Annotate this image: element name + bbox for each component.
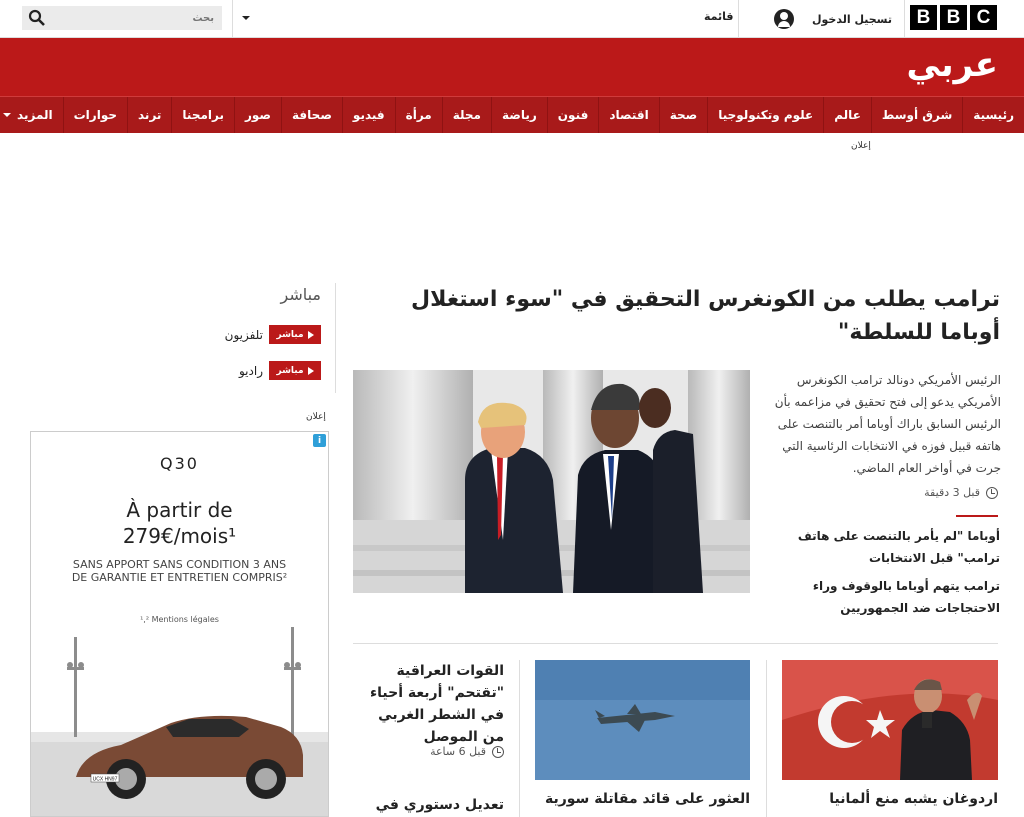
ad-legal-link[interactable]: ¹,² Mentions légales bbox=[31, 615, 328, 624]
nav-more-label: المزيد bbox=[17, 108, 53, 122]
nav-item-interviews[interactable]: حوارات bbox=[62, 97, 127, 133]
main-nav: رئيسية شرق أوسط عالم علوم وتكنولوجيا صحة… bbox=[0, 96, 1024, 133]
nav-item-science-tech[interactable]: علوم وتكنولوجيا bbox=[707, 97, 823, 133]
menu-button[interactable]: قائمة bbox=[704, 10, 734, 23]
main-summary: الرئيس الأمريكي دونالد ترامب الكونغرس ال… bbox=[774, 373, 1001, 475]
bbc-logo-letter: B bbox=[910, 5, 937, 30]
card-title[interactable]: تعديل دستوري في bbox=[353, 794, 504, 816]
live-badge: مباشر bbox=[269, 325, 321, 344]
main-headline[interactable]: ترامب يطلب من الكونغرس التحقيق في "سوء ا… bbox=[370, 283, 1000, 349]
clock-icon bbox=[986, 486, 998, 499]
nav-item-programmes[interactable]: برامجنا bbox=[171, 97, 234, 133]
main-story-image[interactable] bbox=[353, 370, 750, 593]
card-image[interactable] bbox=[782, 660, 998, 780]
ad-plate: UCX HN97 bbox=[93, 777, 118, 783]
nav-item-press[interactable]: صحافة bbox=[281, 97, 342, 133]
nav-item-home[interactable]: رئيسية bbox=[962, 97, 1024, 133]
nav-item-trend[interactable]: ترند bbox=[127, 97, 171, 133]
ad-label: إعلان bbox=[306, 412, 326, 422]
main-timestamp: قبل 3 دقيقة bbox=[800, 486, 998, 499]
live-radio-label: راديو bbox=[238, 363, 263, 378]
columns-photo bbox=[353, 370, 750, 593]
nav-item-health[interactable]: صحة bbox=[658, 97, 708, 133]
signin-label: تسجيل الدخول bbox=[811, 12, 892, 26]
chevron-down-icon bbox=[3, 113, 12, 117]
divider bbox=[353, 643, 998, 644]
play-icon bbox=[307, 330, 314, 339]
info-icon[interactable]: i bbox=[313, 434, 326, 447]
nav-item-arts[interactable]: فنون bbox=[546, 97, 599, 133]
clock-icon bbox=[492, 745, 504, 758]
ad-car-image: UCX HN97 bbox=[31, 627, 328, 816]
divider bbox=[519, 660, 520, 817]
ad-terms: SANS APPORT SANS CONDITION 3 ANS DE GARA… bbox=[71, 558, 288, 584]
ad-banner[interactable]: i Q30 À partir de 279€/mois¹ SANS APPORT… bbox=[30, 431, 329, 817]
site-title[interactable]: عربي bbox=[906, 40, 998, 90]
card-title[interactable]: القوات العراقية "تقتحم" أربعة أحياء في ا… bbox=[353, 660, 504, 748]
search-icon[interactable] bbox=[28, 9, 46, 27]
bbc-logo-letter: B bbox=[940, 5, 967, 30]
ad-price-line: À partir de bbox=[126, 498, 233, 522]
divider bbox=[766, 660, 767, 817]
card-title[interactable]: اردوغان يشبه منع ألمانيا bbox=[782, 788, 998, 810]
nav-item-magazine[interactable]: مجلة bbox=[441, 97, 491, 133]
nav-item-more[interactable]: المزيد bbox=[0, 97, 63, 133]
nav-item-sport[interactable]: رياضة bbox=[491, 97, 547, 133]
nav-item-photos[interactable]: صور bbox=[234, 97, 281, 133]
signin-button[interactable]: تسجيل الدخول bbox=[750, 0, 900, 38]
nav-item-economy[interactable]: اقتصاد bbox=[598, 97, 658, 133]
related-link[interactable]: ترامب يتهم أوباما بالوقوف وراء الاحتجاجا… bbox=[760, 575, 1000, 619]
divider bbox=[232, 0, 233, 38]
brand-bar bbox=[0, 38, 1024, 96]
search-input[interactable] bbox=[52, 6, 218, 30]
jet-photo bbox=[535, 660, 750, 780]
divider bbox=[904, 0, 905, 38]
search-box bbox=[22, 6, 222, 30]
live-panel: مباشر مباشر تلفزيون مباشر راديو bbox=[216, 283, 336, 393]
masthead-bar: B B C تسجيل الدخول قائمة bbox=[0, 0, 1024, 38]
bbc-logo[interactable]: B B C bbox=[910, 5, 997, 30]
nav-item-world[interactable]: عالم bbox=[823, 97, 871, 133]
ad-label: إعلان bbox=[851, 141, 871, 151]
play-icon bbox=[307, 366, 314, 375]
ad-price-line: 279€/mois¹ bbox=[122, 524, 237, 548]
main-time-label: قبل 3 دقيقة bbox=[924, 486, 980, 499]
card-time-label: قبل 6 ساعة bbox=[430, 745, 486, 758]
red-divider bbox=[956, 515, 998, 517]
live-badge: مباشر bbox=[269, 361, 321, 380]
card-timestamp: قبل 6 ساعة bbox=[410, 745, 504, 758]
nav-item-women[interactable]: مرأة bbox=[394, 97, 442, 133]
chevron-down-icon[interactable] bbox=[242, 16, 250, 20]
live-badge-label: مباشر bbox=[276, 329, 304, 340]
live-badge-label: مباشر bbox=[276, 365, 304, 376]
nav-item-video[interactable]: فيديو bbox=[341, 97, 395, 133]
live-radio-link[interactable]: مباشر راديو bbox=[239, 361, 321, 380]
live-tv-link[interactable]: مباشر تلفزيون bbox=[225, 325, 321, 344]
nav-list: رئيسية شرق أوسط عالم علوم وتكنولوجيا صحة… bbox=[0, 97, 1024, 133]
related-link[interactable]: أوباما "لم يأمر بالتنصت على هاتف ترامب" … bbox=[760, 525, 1000, 569]
divider bbox=[738, 0, 739, 38]
card-title[interactable]: العثور على قائد مقاتلة سورية bbox=[535, 788, 750, 810]
card-image[interactable] bbox=[535, 660, 750, 780]
bbc-logo-letter: C bbox=[970, 5, 997, 30]
live-tv-label: تلفزيون bbox=[224, 327, 263, 342]
ad-model: Q30 bbox=[160, 454, 199, 473]
nav-item-middle-east[interactable]: شرق أوسط bbox=[870, 97, 962, 133]
erdogan-photo bbox=[782, 660, 998, 780]
account-icon bbox=[773, 9, 794, 29]
live-title: مباشر bbox=[280, 285, 321, 304]
